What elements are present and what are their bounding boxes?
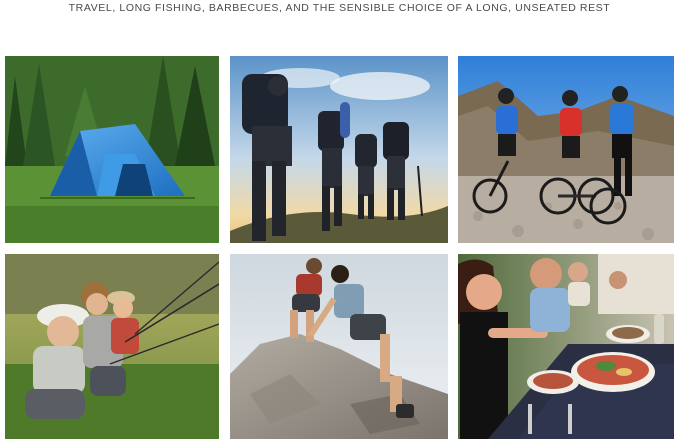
photo-rock-climbing [230, 254, 448, 439]
climber-icon [230, 254, 448, 439]
photo-outdoor-dining [458, 254, 674, 439]
tent-icon [5, 56, 219, 243]
fishing-rod-icon [5, 254, 219, 439]
bicycle-icon [458, 56, 674, 243]
photo-tent-camping [5, 56, 219, 243]
product-lifestyle-collage: TRAVEL, LONG FISHING, BARBECUES, AND THE… [0, 0, 679, 445]
dining-icon [458, 254, 674, 439]
caption-text: TRAVEL, LONG FISHING, BARBECUES, AND THE… [68, 2, 611, 14]
photo-hiking [230, 56, 448, 243]
photo-fishing [5, 254, 219, 439]
hikers-icon [230, 56, 448, 243]
photo-cycling [458, 56, 674, 243]
